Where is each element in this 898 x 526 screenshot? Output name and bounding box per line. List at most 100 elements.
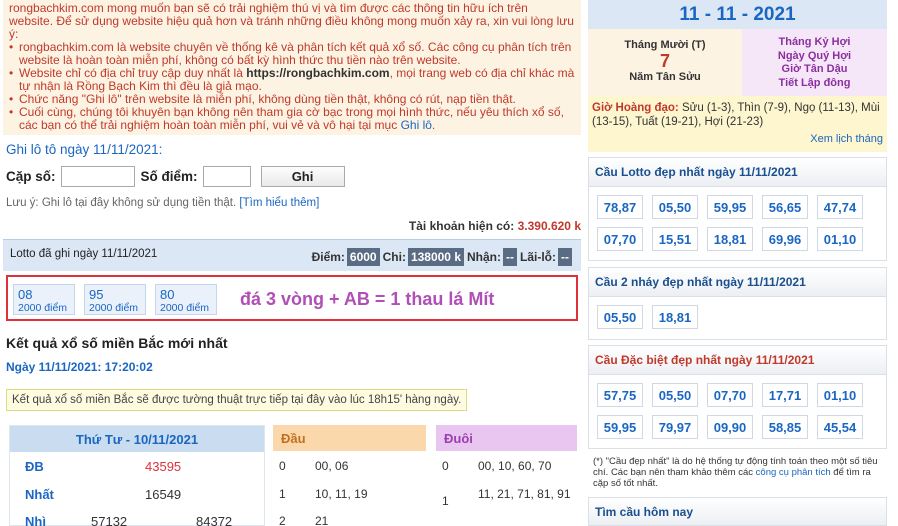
- row-values: 00, 10, 60, 70: [478, 459, 552, 473]
- footnote: (*) "Cầu đẹp nhất" là do hệ thống tự độn…: [593, 456, 883, 489]
- can-chi-info: Tháng Kỷ Hợi Ngày Quý Hợi Giờ Tân Dậu Ti…: [742, 29, 887, 96]
- analysis-tools-link[interactable]: công cụ phân tích: [756, 467, 831, 478]
- lotto-entry[interactable]: 80 2000 điểm: [155, 284, 217, 315]
- number-chip[interactable]: 45,54: [817, 415, 863, 439]
- lailo-label: Lãi-lỗ:: [520, 250, 556, 264]
- ghilo-title: Ghi lô tô ngày 11/11/2021:: [6, 142, 163, 157]
- notice-item: Website chỉ có địa chỉ truy cập duy nhất…: [9, 67, 575, 93]
- row-values: 10, 11, 19: [315, 487, 368, 501]
- diem-value: 6000: [346, 248, 380, 266]
- number-chip[interactable]: 69,96: [762, 227, 808, 251]
- lunar-month: Tháng Mười (T): [624, 39, 706, 51]
- number-chip[interactable]: 07,70: [597, 227, 643, 251]
- results-title: Kết quả xổ số miền Bắc mới nhất: [6, 335, 228, 351]
- results-note: Kết quả xổ số miền Bắc sẽ được tường thu…: [6, 389, 468, 411]
- number-chip[interactable]: 01,10: [817, 383, 863, 407]
- so-diem-label: Số điểm:: [140, 168, 198, 184]
- number-chip[interactable]: 15,51: [652, 227, 698, 251]
- entry-number: 95: [89, 287, 104, 302]
- so-diem-input[interactable]: [202, 165, 251, 187]
- cap-so-label: Cặp số:: [6, 168, 56, 184]
- number-chip[interactable]: 18,81: [707, 227, 753, 251]
- lunar-day: 7: [659, 51, 670, 71]
- lailo-value: --: [558, 248, 572, 266]
- results-table-head[interactable]: Thứ Tư - 10/11/2021: [10, 426, 264, 452]
- account-balance: Tài khoản hiện có: 3.390.620 k: [409, 219, 581, 233]
- notice-list: rongbachkim.com là website chuyên về thố…: [9, 41, 575, 132]
- row-values: 00, 06: [315, 459, 349, 473]
- entry-points: 2000 điểm: [89, 302, 139, 314]
- notice-text: .: [431, 118, 436, 132]
- notice-box: rongbachkim.com mong muốn bạn sẽ có trải…: [3, 0, 581, 135]
- chi-label: Chi:: [382, 250, 406, 264]
- notice-text: Cuối cùng, chúng tôi khuyên bạn không nê…: [19, 105, 564, 132]
- ghilo-link[interactable]: Ghi lô: [401, 118, 432, 132]
- notice-intro: rongbachkim.com mong muốn bạn sẽ có trải…: [9, 1, 574, 41]
- tim-cau-header[interactable]: Tìm cầu hôm nay: [588, 497, 887, 526]
- view-calendar-link[interactable]: Xem lịch tháng: [810, 132, 883, 146]
- number-chip[interactable]: 01,10: [817, 227, 863, 251]
- diem-label: Điểm:: [311, 250, 345, 264]
- dau-table: Đầu 0 00, 06 1 10, 11, 19 2 21: [273, 425, 426, 526]
- cau-dacbiet-title: Cầu Đặc biệt đẹp nhất ngày 11/11/2021: [589, 346, 886, 375]
- number-chip[interactable]: 79,97: [652, 415, 698, 439]
- results-table: Thứ Tư - 10/11/2021 ĐB 43595 Nhất 16549 …: [9, 425, 265, 526]
- number-chip[interactable]: 58,85: [762, 415, 808, 439]
- number-chip[interactable]: 56,65: [762, 195, 808, 219]
- cau-lotto-title: Cầu Lotto đẹp nhất ngày 11/11/2021: [589, 158, 886, 187]
- account-label: Tài khoản hiện có:: [408, 219, 518, 233]
- lunar-date: Tháng Mười (T) 7 Năm Tân Sửu: [588, 29, 742, 96]
- prize-value: 57132: [91, 514, 128, 526]
- duoi-head: Đuôi: [436, 425, 577, 451]
- nhan-value: --: [503, 248, 517, 266]
- cau-lotto-box: Cầu Lotto đẹp nhất ngày 11/11/2021 78,87…: [588, 157, 887, 261]
- number-chip[interactable]: 78,87: [597, 195, 643, 219]
- number-chip[interactable]: 09,90: [707, 415, 753, 439]
- can-chi-day: Ngày Quý Hợi: [777, 49, 852, 62]
- cap-so-input[interactable]: [60, 165, 135, 187]
- number-chip[interactable]: 05,50: [652, 383, 698, 407]
- lunar-year: Năm Tân Sửu: [629, 71, 701, 83]
- number-chip[interactable]: 59,95: [597, 415, 643, 439]
- lotto-entry[interactable]: 08 2000 điểm: [13, 284, 75, 315]
- row-key: 0: [279, 459, 286, 473]
- lotto-title: Lotto đã ghi ngày 11/11/2021: [10, 248, 158, 260]
- cau-dacbiet-box: Cầu Đặc biệt đẹp nhất ngày 11/11/2021 57…: [588, 345, 887, 449]
- ghi-button[interactable]: Ghi: [260, 165, 345, 187]
- cau-2nhay-title: Cầu 2 nháy đẹp nhất ngày 11/11/2021: [589, 268, 886, 297]
- row-key: 2: [279, 514, 286, 526]
- calendar-date: 11 - 11 - 2021: [588, 0, 887, 29]
- duoi-table: Đuôi 0 00, 10, 60, 70 1 11, 21, 71, 81, …: [436, 425, 577, 526]
- lotto-entries: 08 2000 điểm 95 2000 điểm 80 2000 điểm đ…: [6, 275, 578, 321]
- number-chip[interactable]: 57,75: [597, 383, 643, 407]
- row-key: 1: [279, 487, 286, 501]
- can-chi-month: Tháng Kỷ Hợi: [778, 36, 851, 48]
- luu-y-text: Lưu ý: Ghi lô tại đây không sử dụng tiền…: [6, 197, 240, 209]
- lotto-stats: Điểm: 6000 Chi: 138000 k Nhận: -- Lãi-lỗ…: [312, 248, 575, 266]
- lotto-entry[interactable]: 95 2000 điểm: [84, 284, 146, 315]
- notice-item: rongbachkim.com là website chuyên về thố…: [9, 41, 575, 67]
- number-chip[interactable]: 59,95: [707, 195, 753, 219]
- notice-text: Website chỉ có địa chỉ truy cập duy nhất…: [19, 66, 247, 80]
- prize-value: 43595: [145, 459, 182, 474]
- hoang-dao-label: Giờ Hoàng đạo:: [592, 102, 679, 114]
- site-url: https://rongbachkim.com: [246, 66, 390, 80]
- number-chip[interactable]: 47,74: [817, 195, 863, 219]
- entry-number: 80: [160, 287, 175, 302]
- number-chip[interactable]: 05,50: [652, 195, 698, 219]
- main-column: rongbachkim.com mong muốn bạn sẽ có trải…: [0, 0, 585, 526]
- learn-more-link[interactable]: [Tìm hiểu thêm]: [239, 197, 319, 209]
- number-chip[interactable]: 17,71: [762, 383, 808, 407]
- entry-number: 08: [18, 287, 33, 302]
- entry-points: 2000 điểm: [160, 302, 210, 314]
- number-chip[interactable]: 18,81: [652, 305, 698, 329]
- annotation-text: đá 3 vòng + AB = 1 thau lá Mít: [240, 289, 495, 309]
- results-date: Ngày 11/11/2021: 17:20:02: [6, 360, 153, 374]
- number-chip[interactable]: 05,50: [597, 305, 643, 329]
- number-chip[interactable]: 07,70: [707, 383, 753, 407]
- row-key: 1: [442, 494, 449, 508]
- nhan-label: Nhận:: [467, 250, 501, 264]
- prize-value: 84372: [196, 514, 233, 526]
- hoang-dao-hours: Giờ Hoàng đạo: Sửu (1-3), Thìn (7-9), Ng…: [588, 96, 887, 152]
- luu-y-note: Lưu ý: Ghi lô tại đây không sử dụng tiền…: [6, 197, 319, 209]
